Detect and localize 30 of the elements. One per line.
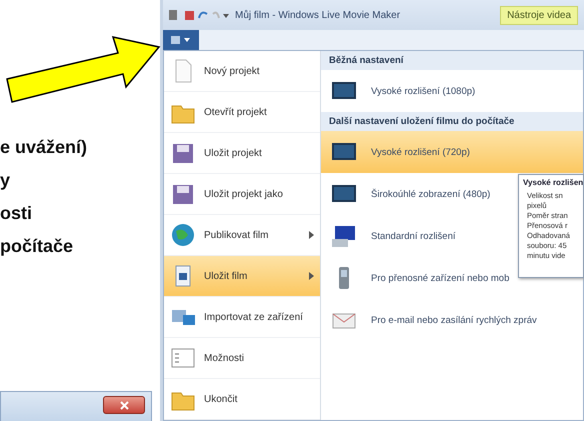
- submenu-arrow-icon: [309, 231, 314, 239]
- section-heading: Běžná nastavení: [321, 51, 583, 70]
- computer-icon: [331, 224, 357, 248]
- quick-access-toolbar-icon[interactable]: [169, 8, 229, 22]
- application-menu-button[interactable]: [163, 30, 199, 50]
- section-heading: Další nastavení uložení filmu do počítače: [321, 112, 583, 131]
- menu-item[interactable]: Možnosti: [164, 338, 320, 379]
- menu-item[interactable]: Nový projekt: [164, 51, 320, 92]
- submenu-item[interactable]: Pro e-mail nebo zasílání rychlých zpráv: [321, 299, 583, 341]
- slide-text: osti: [0, 202, 34, 224]
- close-icon: [120, 400, 128, 410]
- slide-text: y: [0, 169, 12, 191]
- app-menu-icon: [171, 35, 191, 45]
- menu-item[interactable]: Uložit film: [164, 256, 320, 297]
- menu-item[interactable]: Uložit projekt jako: [164, 174, 320, 215]
- close-button[interactable]: [103, 396, 145, 414]
- submenu-arrow-icon: [309, 272, 314, 280]
- context-tab[interactable]: Nástroje videa: [500, 6, 578, 24]
- menu-item[interactable]: Uložit projekt: [164, 133, 320, 174]
- menu-item[interactable]: Otevřít projekt: [164, 92, 320, 133]
- slide-text: počítače: [0, 235, 74, 257]
- menu-item[interactable]: Importovat ze zařízení: [164, 297, 320, 338]
- tooltip-title: Vysoké rozlišen: [523, 178, 583, 187]
- list-icon: [170, 346, 196, 370]
- submenu-item[interactable]: Vysoké rozlišení (720p): [321, 131, 583, 173]
- menu-item[interactable]: Ukončit: [164, 379, 320, 420]
- globe-icon: [170, 223, 196, 247]
- window-title: Můj film - Windows Live Movie Maker: [235, 10, 400, 20]
- slide-text: e uvážení): [0, 136, 88, 158]
- submenu-item[interactable]: Vysoké rozlišení (1080p): [321, 70, 583, 112]
